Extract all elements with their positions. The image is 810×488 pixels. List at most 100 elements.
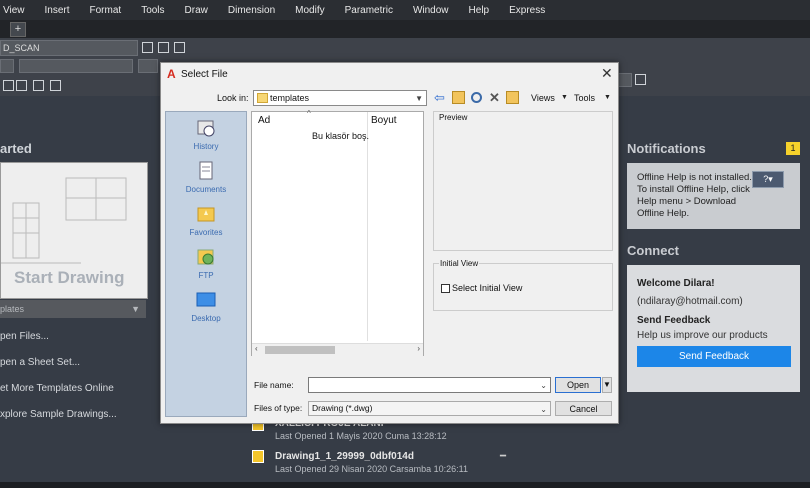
zoom-icon[interactable] <box>3 80 14 91</box>
scroll-left-icon[interactable]: ‹ <box>255 344 258 353</box>
documents-icon <box>199 161 213 180</box>
file-type-combo[interactable]: Drawing (*.dwg) ⌄ <box>308 401 551 416</box>
scroll-right-icon[interactable]: › <box>417 344 420 353</box>
notification-text: Offline Help is not installed. To instal… <box>637 172 752 219</box>
templates-label: plates <box>0 304 25 314</box>
file-list[interactable]: ^ Ad Boyut Bu klasör boş. ‹ › <box>251 109 424 356</box>
file-name-input[interactable]: ⌄ <box>308 377 551 393</box>
search-web-icon[interactable] <box>471 92 482 103</box>
user-email: (ndilaray@hotmail.com) <box>637 296 743 307</box>
status-bar <box>0 482 810 488</box>
menu-modify[interactable]: Modify <box>295 5 324 16</box>
menu-window[interactable]: Window <box>413 5 449 16</box>
favorites-icon <box>197 207 215 222</box>
open-sheet-set-link[interactable]: pen a Sheet Set... <box>0 357 80 368</box>
menu-help[interactable]: Help <box>469 5 490 16</box>
layer-combo-value: D_SCAN <box>3 43 40 53</box>
place-desktop[interactable]: Desktop <box>166 290 246 323</box>
menu-tools[interactable]: Tools <box>141 5 164 16</box>
layer-match-icon[interactable] <box>174 42 185 53</box>
layer-state-icon[interactable] <box>158 42 169 53</box>
close-icon[interactable]: ✕ <box>601 65 613 82</box>
cancel-button[interactable]: Cancel <box>555 401 612 416</box>
notifications-title: Notifications <box>627 141 706 156</box>
delete-icon[interactable]: ✕ <box>489 91 502 104</box>
file-name-label: File name: <box>254 380 294 390</box>
templates-dropdown[interactable]: plates ▼ <box>0 300 146 318</box>
get-templates-online-link[interactable]: et More Templates Online <box>0 383 114 394</box>
open-options-dropdown[interactable]: ▼ <box>602 377 612 393</box>
connect-card: Welcome Dilara! (ndilaray@hotmail.com) S… <box>627 265 800 392</box>
style-combo[interactable] <box>618 73 632 87</box>
select-initial-view-label[interactable]: Select Initial View <box>452 283 522 293</box>
zoom-extents-icon[interactable] <box>50 80 61 91</box>
place-favorites-label: Favorites <box>189 228 223 237</box>
views-menu[interactable]: Views <box>531 93 555 103</box>
dialog-title: Select File <box>181 69 228 80</box>
pin-icon[interactable]: ━ <box>500 451 506 462</box>
menu-parametric[interactable]: Parametric <box>345 5 393 16</box>
horizontal-scrollbar[interactable]: ‹ › <box>252 343 423 356</box>
back-arrow-icon[interactable]: ⇦ <box>434 91 447 104</box>
look-in-value: templates <box>270 93 310 103</box>
recent-file-name[interactable]: Drawing1_1_29999_0dbf014d <box>275 451 414 462</box>
zoom-window-icon[interactable] <box>16 80 27 91</box>
ftp-icon <box>197 249 214 265</box>
menu-view[interactable]: View <box>3 5 25 16</box>
chevron-down-icon: ▼ <box>131 304 140 314</box>
select-initial-view-checkbox[interactable] <box>441 284 450 293</box>
open-button[interactable]: Open <box>555 377 601 393</box>
help-icon[interactable]: ?▾ <box>752 171 784 188</box>
layer-tool-icon[interactable] <box>142 42 153 53</box>
tools-menu[interactable]: Tools <box>574 93 595 103</box>
place-favorites[interactable]: Favorites <box>166 204 246 237</box>
feedback-heading: Send Feedback <box>637 315 711 326</box>
desktop-icon <box>196 292 216 307</box>
look-in-label: Look in: <box>217 93 249 103</box>
up-folder-icon[interactable] <box>452 91 465 104</box>
chevron-down-icon: ▼ <box>561 94 568 101</box>
building-sketch-icon <box>1 177 127 264</box>
place-documents[interactable]: Documents <box>166 161 246 194</box>
menu-dimension[interactable]: Dimension <box>228 5 275 16</box>
column-size-header[interactable]: Boyut <box>371 115 397 126</box>
place-desktop-label: Desktop <box>191 314 221 323</box>
menu-express[interactable]: Express <box>509 5 545 16</box>
recent-file-date: Last Opened 1 Mayis 2020 Cuma 13:28:12 <box>275 431 447 441</box>
autocad-logo-icon: A <box>167 67 176 81</box>
recent-file-date: Last Opened 29 Nisan 2020 Carsamba 10:26… <box>275 464 468 474</box>
welcome-text: Welcome Dilara! <box>637 278 715 289</box>
file-type-value: Drawing (*.dwg) <box>312 403 373 413</box>
lineweight-combo[interactable] <box>138 59 158 73</box>
empty-folder-message: Bu klasör boş. <box>312 131 370 141</box>
new-folder-icon[interactable] <box>506 91 519 104</box>
linetype-combo[interactable] <box>19 59 133 73</box>
color-combo[interactable] <box>0 59 14 73</box>
menu-format[interactable]: Format <box>90 5 122 16</box>
chevron-down-icon: ▼ <box>604 94 611 101</box>
dimension-style-icon[interactable] <box>635 74 646 85</box>
notification-card: Offline Help is not installed. To instal… <box>627 163 800 229</box>
column-name-header[interactable]: Ad <box>258 115 270 126</box>
open-files-link[interactable]: pen Files... <box>0 331 49 342</box>
menu-insert[interactable]: Insert <box>45 5 70 16</box>
place-history[interactable]: History <box>166 118 246 151</box>
menu-draw[interactable]: Draw <box>185 5 208 16</box>
place-history-label: History <box>193 142 219 151</box>
zoom-previous-icon[interactable] <box>33 80 44 91</box>
file-type-label: Files of type: <box>254 403 303 413</box>
place-ftp-label: FTP <box>198 271 214 280</box>
scroll-thumb[interactable] <box>265 346 335 354</box>
notifications-badge: 1 <box>786 142 800 155</box>
look-in-combo[interactable]: templates ▼ <box>253 90 427 106</box>
layer-combo[interactable]: D_SCAN <box>0 40 138 56</box>
start-drawing-label: Start Drawing <box>14 268 125 287</box>
new-tab-button[interactable]: + <box>10 22 26 37</box>
place-documents-label: Documents <box>185 185 227 194</box>
menu-bar: View Insert Format Tools Draw Dimension … <box>0 0 810 20</box>
place-ftp[interactable]: FTP <box>166 247 246 280</box>
column-divider[interactable] <box>367 112 368 341</box>
send-feedback-button[interactable]: Send Feedback <box>637 346 791 367</box>
places-sidebar: History Documents Favorites FTP Desktop <box>165 111 247 417</box>
explore-samples-link[interactable]: xplore Sample Drawings... <box>0 409 117 420</box>
